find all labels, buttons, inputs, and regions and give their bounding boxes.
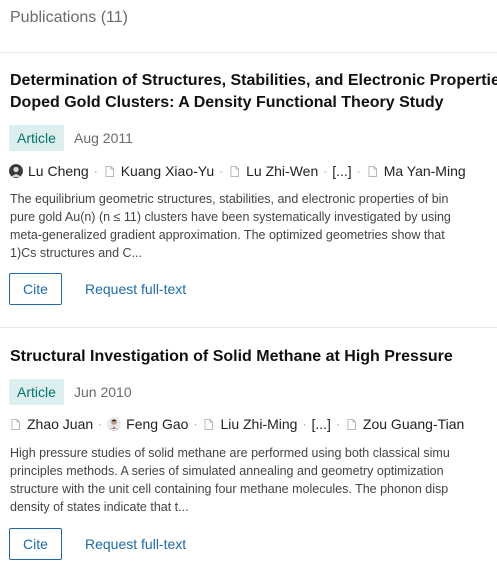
- author-name: Liu Zhi-Ming: [220, 416, 298, 432]
- author-link[interactable]: Kuang Xiao-Yu: [103, 163, 214, 179]
- abstract-line: High pressure studies of solid methane a…: [10, 446, 450, 460]
- publication-date: Jun 2010: [74, 384, 132, 400]
- abstract-line: meta-generalized gradient approximation.…: [10, 228, 445, 242]
- abstract-line: structure with the unit cell containing …: [10, 482, 449, 496]
- cite-button[interactable]: Cite: [9, 528, 62, 560]
- author-separator: ·: [219, 164, 224, 178]
- author-separator: ·: [93, 164, 98, 178]
- author-list: Zhao Juan · Feng Gao · Liu Zhi-Ming · [.…: [9, 415, 464, 433]
- document-icon: [9, 418, 22, 431]
- more-authors-label: [...]: [311, 416, 331, 432]
- author-name: Zou Guang-Tian: [362, 416, 465, 432]
- author-name: Lu Cheng: [28, 163, 89, 179]
- request-full-text-link[interactable]: Request full-text: [85, 528, 186, 560]
- author-name: Zhao Juan: [27, 416, 94, 432]
- author-name: Kuang Xiao-Yu: [120, 163, 215, 179]
- publications-panel: Publications (11) Determination of Struc…: [0, 0, 497, 573]
- document-icon: [366, 165, 379, 178]
- author-separator: ·: [193, 417, 198, 431]
- author-separator: ·: [302, 417, 307, 431]
- avatar-photo-icon: [107, 417, 122, 431]
- publication-item: Structural Investigation of Solid Methan…: [0, 346, 497, 573]
- divider: [0, 52, 497, 53]
- publication-abstract: High pressure studies of solid methane a…: [10, 444, 497, 516]
- author-separator: ·: [356, 164, 361, 178]
- author-link[interactable]: Feng Gao: [107, 416, 188, 432]
- abstract-line: 1)Cs structures and C...: [10, 246, 142, 260]
- author-link[interactable]: Lu Cheng: [9, 163, 89, 179]
- abstract-line: pure gold Au(n) (n ≤ 11) clusters have b…: [10, 210, 451, 224]
- abstract-line: principles methods. A series of simulate…: [10, 464, 444, 478]
- publication-item: Determination of Structures, Stabilities…: [0, 70, 497, 320]
- author-name: Lu Zhi-Wen: [246, 163, 319, 179]
- author-link[interactable]: Ma Yan-Ming: [366, 163, 466, 179]
- publication-title-line[interactable]: Structural Investigation of Solid Methan…: [10, 346, 453, 368]
- author-link[interactable]: Zhao Juan: [9, 416, 93, 432]
- author-separator: ·: [98, 417, 103, 431]
- request-full-text-link[interactable]: Request full-text: [85, 273, 186, 305]
- more-authors-label: [...]: [332, 163, 352, 179]
- abstract-line: density of states indicate that t...: [10, 500, 189, 514]
- publication-type-badge: Article: [9, 125, 64, 151]
- author-link[interactable]: Liu Zhi-Ming: [202, 416, 297, 432]
- author-link[interactable]: Zou Guang-Tian: [345, 416, 464, 432]
- document-icon: [345, 418, 358, 431]
- avatar-photo-icon: [9, 164, 23, 178]
- document-icon: [103, 165, 116, 178]
- document-icon: [202, 418, 215, 431]
- abstract-line: The equilibrium geometric structures, st…: [10, 192, 449, 206]
- author-name: Feng Gao: [126, 416, 189, 432]
- section-title: Publications (11): [10, 9, 128, 26]
- cite-button[interactable]: Cite: [9, 273, 62, 305]
- publication-abstract: The equilibrium geometric structures, st…: [10, 190, 497, 262]
- author-name: Ma Yan-Ming: [383, 163, 466, 179]
- author-separator: ·: [323, 164, 328, 178]
- publication-title-line[interactable]: Doped Gold Clusters: A Density Functiona…: [10, 92, 444, 114]
- publication-date: Aug 2011: [74, 130, 133, 146]
- more-authors-toggle[interactable]: [...]: [332, 163, 351, 179]
- author-list: Lu Cheng · Kuang Xiao-Yu · Lu Zhi-Wen · …: [9, 162, 466, 180]
- author-link[interactable]: Lu Zhi-Wen: [228, 163, 318, 179]
- publication-type-badge: Article: [9, 379, 64, 405]
- publication-title-line[interactable]: Determination of Structures, Stabilities…: [10, 70, 497, 92]
- author-separator: ·: [335, 417, 340, 431]
- document-icon: [228, 165, 241, 178]
- divider: [0, 327, 497, 328]
- more-authors-toggle[interactable]: [...]: [311, 416, 330, 432]
